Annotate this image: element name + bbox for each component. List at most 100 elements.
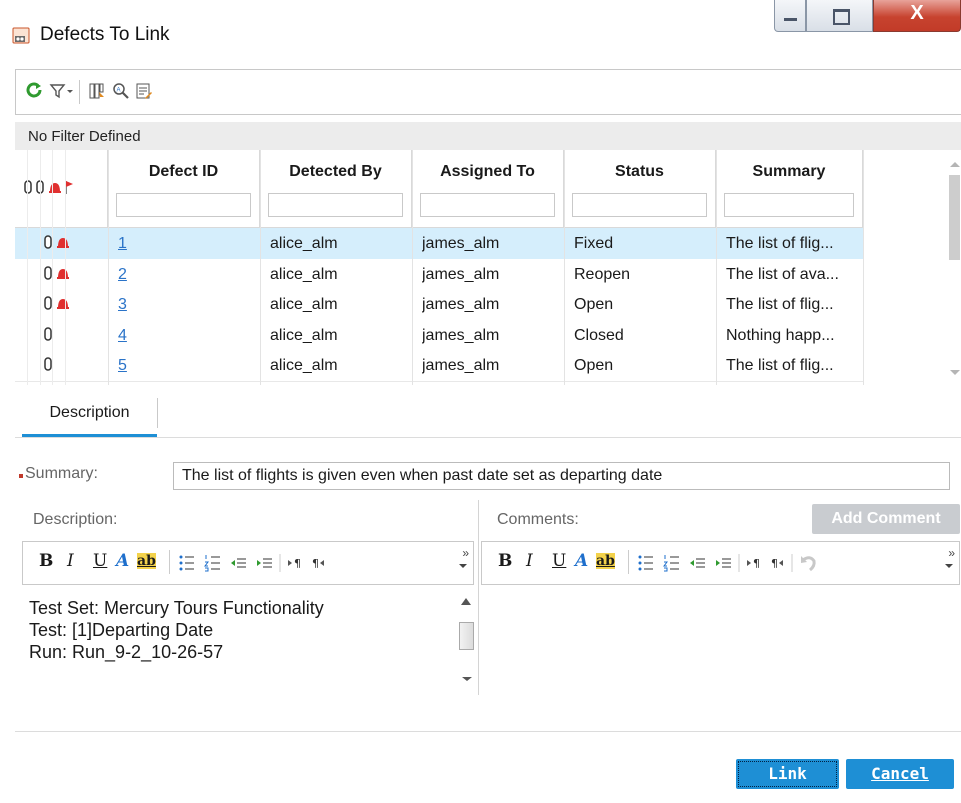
defect-id-link[interactable]: 2	[118, 266, 253, 284]
close-icon: X	[910, 2, 924, 24]
pane-divider	[478, 500, 479, 695]
scroll-down-arrow[interactable]	[950, 370, 960, 375]
comments-editor[interactable]	[481, 586, 960, 691]
bold-button[interactable]: B	[39, 551, 53, 571]
summary-label: Summary:	[25, 465, 98, 482]
row-indicator-icons	[44, 235, 69, 249]
cell-summary: Nothing happ...	[726, 326, 835, 344]
highlight-button[interactable]: ab	[596, 553, 615, 569]
table-row[interactable]: 2 alice_alm james_alm Reopen The list of ava…	[15, 258, 863, 291]
numbered-list-icon	[663, 555, 679, 572]
description-line: Test Set: Mercury Tours Functionality	[29, 598, 324, 618]
grid-scrollbar[interactable]	[947, 150, 961, 385]
comments-label: Comments:	[497, 511, 579, 528]
status-filter-input[interactable]	[572, 193, 707, 217]
defect-id-link[interactable]: 1	[118, 235, 253, 253]
defects-grid: Defect ID Detected By Assigned To Status…	[15, 150, 947, 385]
row-indicator-icons	[44, 265, 69, 280]
maximize-button[interactable]	[806, 0, 873, 32]
scroll-thumb[interactable]	[949, 175, 960, 260]
flag-icon	[65, 181, 73, 194]
italic-button[interactable]: I	[526, 551, 533, 571]
refresh-icon[interactable]	[25, 82, 43, 100]
cell-summary: The list of ava...	[726, 265, 839, 283]
scroll-up-arrow[interactable]	[461, 598, 471, 605]
summary-filter-input[interactable]	[724, 193, 854, 217]
column-header-summary[interactable]: Summary	[716, 150, 863, 228]
grid-header: Defect ID Detected By Assigned To Status…	[15, 150, 863, 228]
table-row[interactable]: 3 alice_alm james_alm Open The list of flig.…	[15, 289, 863, 321]
window-border	[0, 70, 15, 803]
font-color-button[interactable]: A	[575, 551, 588, 571]
table-row[interactable]: 4 alice_alm james_alm Closed Nothing happ...	[15, 319, 863, 352]
assigned-to-filter-input[interactable]	[420, 193, 555, 217]
chevron-down-icon[interactable]	[66, 82, 74, 100]
chevron-down-icon[interactable]	[945, 564, 953, 568]
decrease-indent-icon	[690, 558, 705, 568]
cell-summary: The list of flig...	[726, 296, 834, 313]
scroll-up-arrow[interactable]	[950, 162, 960, 167]
column-header-defect-id[interactable]: Defect ID	[108, 150, 260, 228]
filter-icon[interactable]	[49, 82, 67, 100]
ltr-direction-icon: ¶	[747, 557, 760, 570]
tab-description[interactable]: Description	[22, 392, 157, 438]
select-columns-icon[interactable]	[88, 82, 106, 100]
cell-detected-by: alice_alm	[270, 235, 338, 252]
find-icon[interactable]: A	[112, 82, 130, 100]
scroll-down-arrow[interactable]	[462, 677, 472, 681]
bold-button[interactable]: B	[498, 551, 512, 571]
grid-column-divider	[564, 150, 565, 385]
add-comment-button[interactable]: Add Comment	[812, 504, 960, 534]
column-header-status[interactable]: Status	[564, 150, 716, 228]
highlight-button[interactable]: ab	[137, 553, 156, 569]
indicator-columns-header	[15, 150, 108, 228]
comments-editor-toolbar: B I U A ab ¶ ¶ »	[481, 541, 960, 585]
cell-detected-by: alice_alm	[270, 326, 338, 344]
tabs-divider	[15, 437, 961, 438]
title-bar: Defects To Link X	[0, 0, 961, 70]
alert-bell-icon	[57, 299, 69, 309]
cell-assigned-to: james_alm	[422, 235, 500, 252]
chevron-down-icon[interactable]	[459, 564, 467, 568]
defect-id-link[interactable]: 5	[118, 357, 253, 375]
underline-button[interactable]: U	[552, 551, 566, 571]
column-header-detected-by[interactable]: Detected By	[260, 150, 412, 228]
svg-text:¶: ¶	[771, 557, 778, 570]
bulleted-list-icon	[179, 555, 194, 571]
scroll-thumb[interactable]	[459, 622, 474, 650]
defect-id-filter-input[interactable]	[116, 193, 251, 217]
text-search-icon[interactable]	[135, 82, 153, 100]
cell-assigned-to: james_alm	[422, 296, 500, 313]
description-line: Run: Run_9-2_10-26-57	[29, 642, 224, 662]
description-editor[interactable]: Test Set: Mercury Tours Functionality Te…	[22, 586, 474, 691]
italic-button[interactable]: I	[67, 551, 74, 571]
svg-text:¶: ¶	[294, 557, 301, 570]
cell-detected-by: alice_alm	[270, 357, 338, 374]
cell-assigned-to: james_alm	[422, 357, 500, 374]
svg-text:¶: ¶	[312, 557, 319, 570]
minimize-button[interactable]	[774, 0, 806, 32]
font-color-button[interactable]: A	[116, 551, 129, 571]
window-title: Defects To Link	[40, 24, 170, 45]
cell-status: Closed	[574, 326, 624, 344]
attachment-icon	[44, 326, 52, 341]
column-header-assigned-to[interactable]: Assigned To	[412, 150, 564, 228]
underline-button[interactable]: U	[93, 551, 107, 571]
table-row[interactable]: 1 alice_alm james_alm Fixed The list of flig…	[15, 228, 863, 260]
indicator-header-icons	[24, 180, 73, 194]
defect-id-link[interactable]: 4	[118, 327, 253, 345]
defect-id-link[interactable]: 3	[118, 296, 253, 314]
cell-status: Reopen	[574, 265, 631, 283]
description-scrollbar[interactable]	[459, 592, 474, 687]
alert-bell-icon	[49, 183, 61, 193]
more-tools-icon[interactable]: »	[948, 546, 955, 560]
cancel-button[interactable]: Cancel	[846, 759, 954, 789]
cell-assigned-to: james_alm	[422, 326, 500, 344]
increase-indent-icon	[257, 558, 272, 568]
more-tools-icon[interactable]: »	[462, 546, 469, 560]
summary-field[interactable]: The list of flights is given even when p…	[173, 462, 950, 490]
link-button[interactable]: Link	[736, 759, 839, 789]
close-button[interactable]: X	[873, 0, 961, 32]
detected-by-filter-input[interactable]	[268, 193, 403, 217]
table-row[interactable]: 5 alice_alm james_alm Open The list of flig.…	[15, 350, 863, 382]
